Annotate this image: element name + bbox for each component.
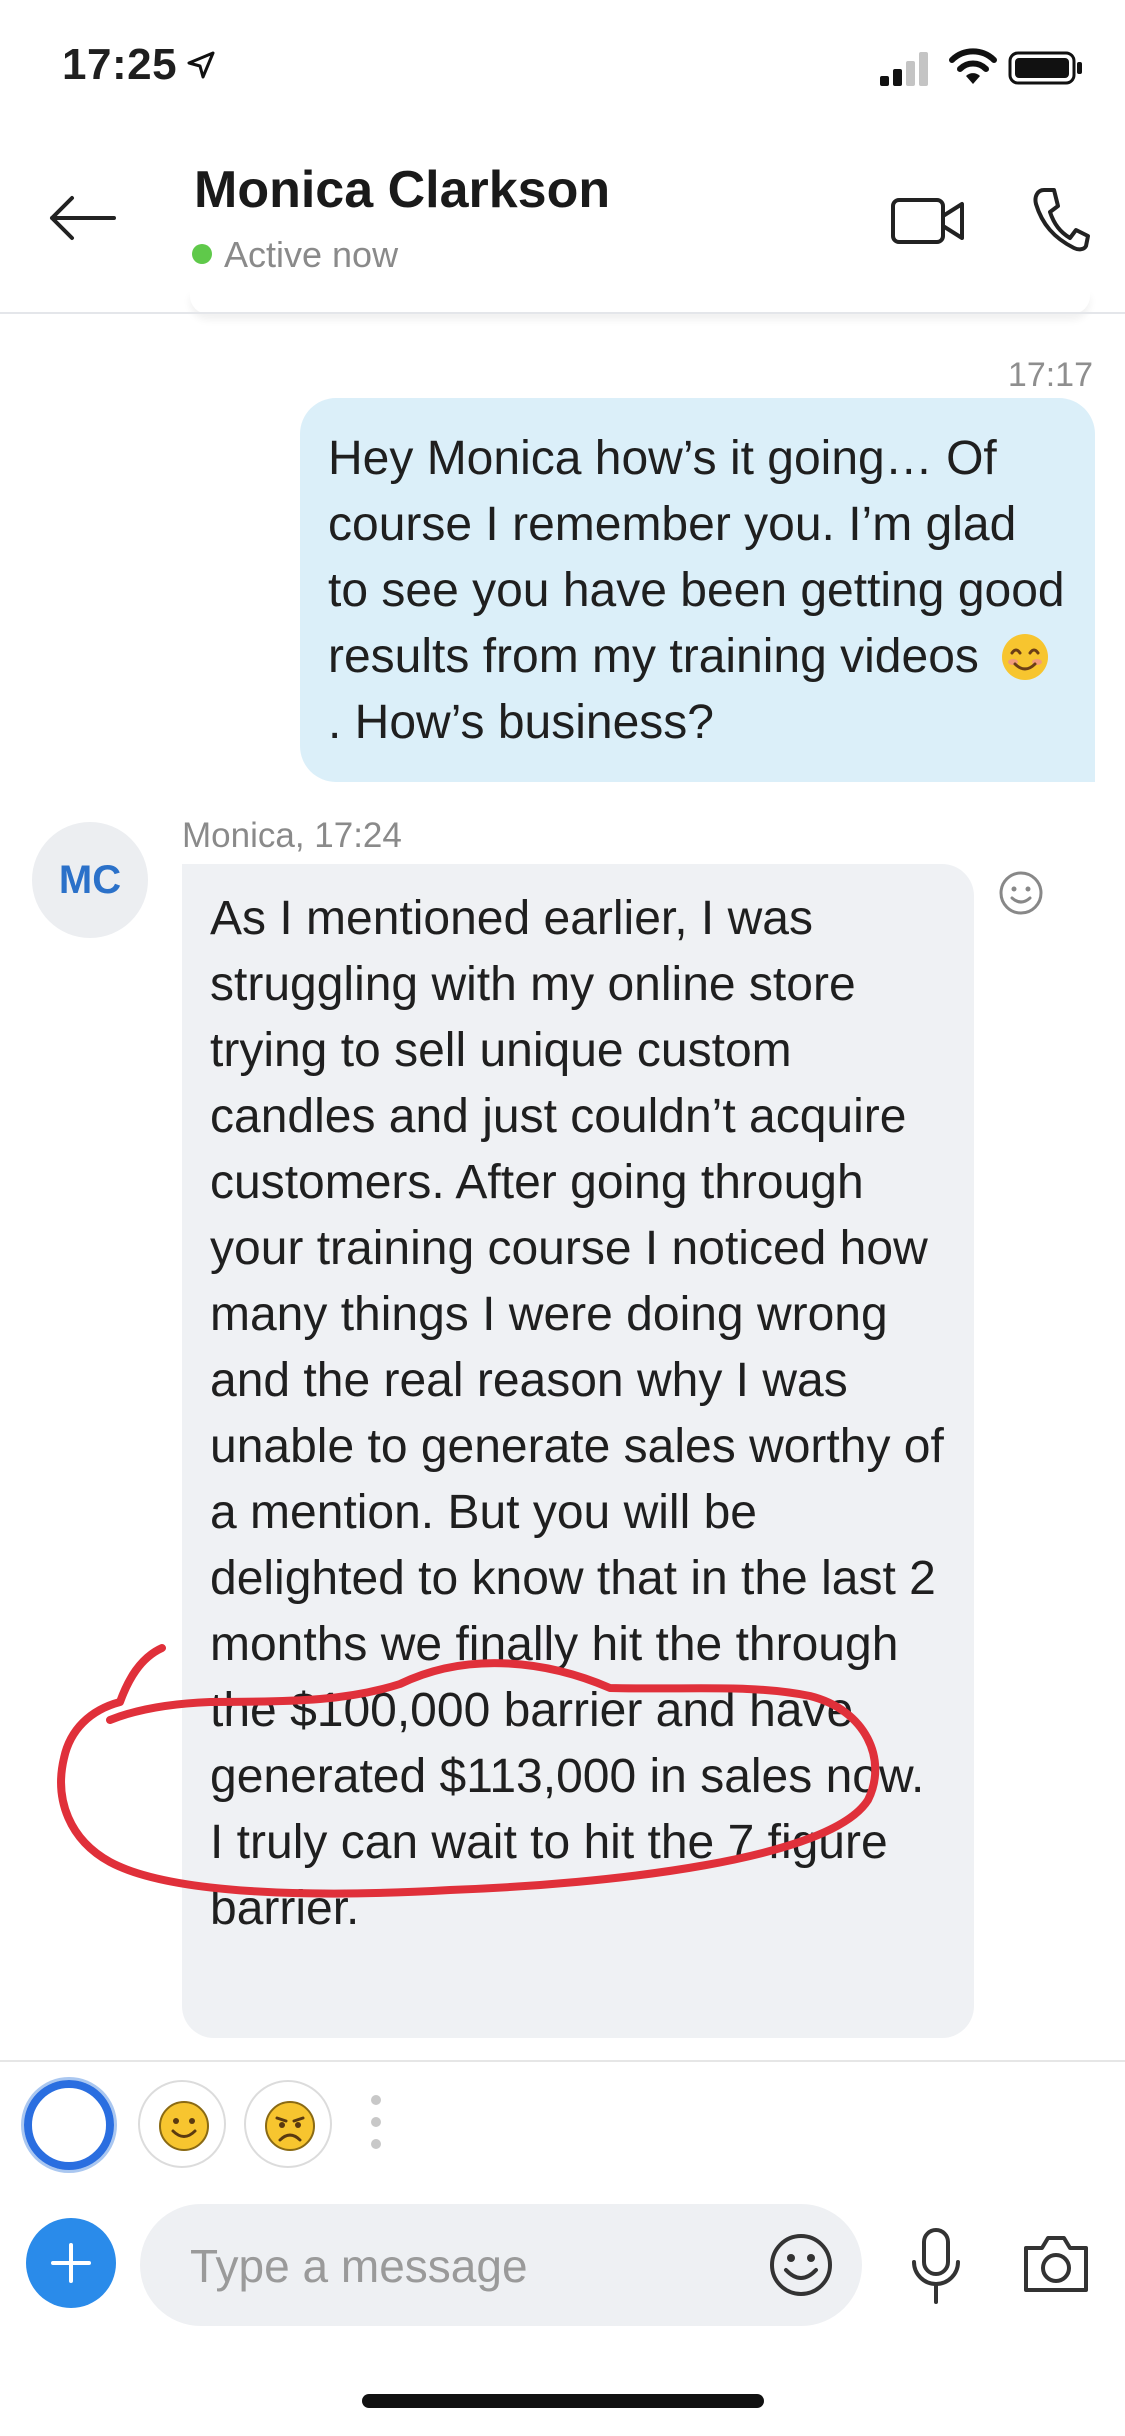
quick-reply-divider <box>0 2060 1125 2062</box>
incoming-message-bubble[interactable]: As I mentioned earlier, I was struggling… <box>182 864 974 2038</box>
back-arrow-icon[interactable] <box>46 190 118 246</box>
outgoing-message-text: Hey Monica how’s it going… Of course I r… <box>328 432 1065 683</box>
status-time: 17:25 <box>62 40 178 89</box>
avatar-initials: MC <box>58 857 122 902</box>
quick-reaction-sad[interactable] <box>244 2080 332 2168</box>
smile-emoji-icon <box>159 2101 209 2151</box>
plus-icon <box>51 2243 91 2283</box>
previous-message-edge <box>190 290 1090 314</box>
outgoing-message-text-end: . How’s business? <box>328 696 714 749</box>
avatar[interactable]: MC <box>32 822 148 938</box>
outgoing-message-time: 17:17 <box>1007 356 1093 394</box>
add-attachment-button[interactable] <box>26 2218 116 2308</box>
wifi-icon <box>949 48 997 84</box>
home-indicator <box>362 2394 764 2408</box>
message-compose-box <box>140 2204 862 2326</box>
presence-status: Active now <box>224 234 399 275</box>
smiling-face-emoji-icon <box>1002 634 1049 680</box>
quick-reaction-smile[interactable] <box>138 2080 226 2168</box>
outgoing-message-bubble[interactable]: Hey Monica how’s it going… Of course I r… <box>300 398 1095 782</box>
message-input[interactable] <box>188 2232 712 2300</box>
microphone-icon[interactable] <box>908 2226 964 2308</box>
quick-reaction-ring[interactable] <box>24 2080 114 2170</box>
header-divider <box>0 312 1125 314</box>
more-dots-icon[interactable] <box>366 2092 386 2152</box>
location-arrow-icon <box>187 51 215 79</box>
camera-icon[interactable] <box>1020 2232 1092 2296</box>
frown-emoji-icon <box>265 2101 315 2151</box>
presence-indicator <box>192 244 212 264</box>
cellular-signal-icon <box>880 52 928 86</box>
incoming-message-text: As I mentioned earlier, I was struggling… <box>210 892 944 1935</box>
contact-name[interactable]: Monica Clarkson <box>194 160 610 220</box>
battery-icon <box>1008 51 1082 85</box>
emoji-picker-icon[interactable] <box>768 2232 834 2298</box>
video-call-icon[interactable] <box>890 194 966 248</box>
add-reaction-icon[interactable] <box>998 870 1044 916</box>
phone-call-icon[interactable] <box>1030 186 1090 252</box>
incoming-message-meta: Monica, 17:24 <box>182 816 402 855</box>
